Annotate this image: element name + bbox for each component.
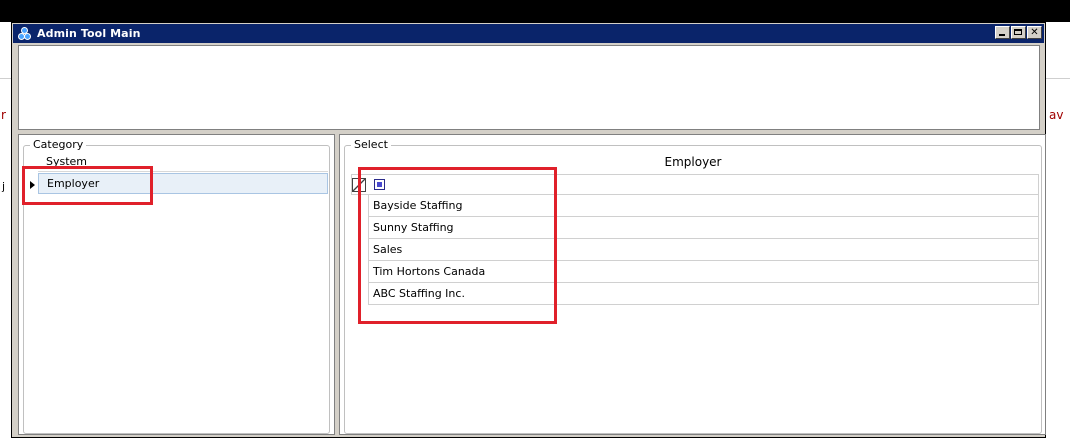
employer-name: ABC Staffing Inc. (373, 287, 465, 300)
employer-name: Sales (373, 243, 403, 256)
table-row[interactable]: Tim Hortons Canada (368, 261, 1039, 283)
select-group: Select Employer Bayside Staffing Sunny S… (344, 138, 1042, 434)
table-row[interactable]: Bayside Staffing (368, 195, 1039, 217)
employer-name: Sunny Staffing (373, 221, 454, 234)
background-divider (1046, 78, 1070, 79)
grid-settings-icon[interactable] (352, 177, 366, 192)
category-legend: Category (30, 138, 87, 151)
window-controls: ✕ (994, 26, 1042, 39)
category-panel: Category System Employer (18, 134, 335, 435)
employer-name: Tim Hortons Canada (373, 265, 486, 278)
grid-header-row (351, 174, 1039, 195)
select-panel: Select Employer Bayside Staffing Sunny S… (339, 134, 1046, 435)
maximize-button[interactable] (1011, 26, 1026, 39)
category-item-employer[interactable]: Employer (29, 173, 328, 194)
close-button[interactable]: ✕ (1027, 26, 1042, 39)
minimize-button[interactable] (995, 26, 1010, 39)
category-item-label: System (46, 154, 88, 168)
table-row[interactable]: Sales (368, 239, 1039, 261)
table-row[interactable]: Sunny Staffing (368, 217, 1039, 239)
background-toolbar (0, 0, 1070, 22)
window-titlebar[interactable]: Admin Tool Main ✕ (13, 24, 1044, 43)
table-row[interactable]: ABC Staffing Inc. (368, 283, 1039, 305)
background-text-left: r (1, 108, 6, 122)
top-content-area (18, 45, 1040, 130)
category-item-system[interactable]: System (38, 151, 328, 172)
grid-title: Employer (664, 155, 722, 169)
checkbox-icon[interactable] (374, 179, 385, 190)
employer-name: Bayside Staffing (373, 199, 463, 212)
select-legend: Select (351, 138, 391, 151)
background-text-left-2: j (2, 180, 6, 193)
window-title: Admin Tool Main (37, 27, 141, 40)
category-item-label: Employer (47, 177, 100, 190)
category-group: Category System Employer (23, 138, 330, 434)
admin-tool-window: Admin Tool Main ✕ Category System Employ… (11, 22, 1046, 438)
app-logo-icon (18, 26, 32, 41)
triangle-right-icon (25, 174, 39, 195)
background-text-right: av (1049, 108, 1064, 122)
background-divider (0, 78, 11, 79)
